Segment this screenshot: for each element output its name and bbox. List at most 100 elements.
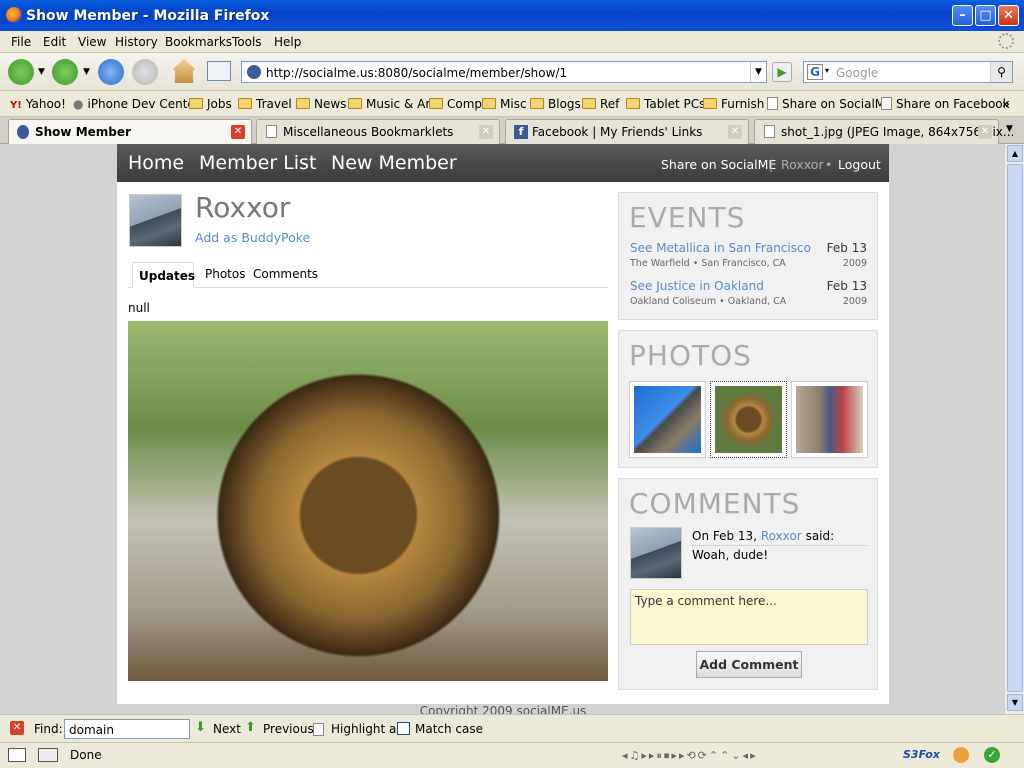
bookmark-yahoo[interactable]: Y! Yahoo! — [10, 97, 66, 111]
menu-help[interactable]: Help — [274, 35, 301, 49]
vertical-scrollbar[interactable]: ▲ ▼ — [1004, 144, 1024, 714]
tab-misc-bookmarklets[interactable]: Miscellaneous Bookmarklets ✕ — [256, 119, 500, 144]
bookmark-blogs[interactable]: Blogs — [530, 97, 581, 111]
nav-share-socialme[interactable]: Share on SocialME — [661, 157, 776, 172]
bookmark-travel[interactable]: Travel — [238, 97, 292, 111]
bookmark-ref[interactable]: Ref — [582, 97, 619, 111]
photo-thumbnail-selected[interactable] — [710, 381, 787, 458]
comment-input[interactable]: Type a comment here... — [630, 589, 868, 645]
bookmark-label: Comp — [447, 97, 483, 111]
find-next-arrow-icon: ⬇ — [195, 720, 206, 735]
menu-bookmarks[interactable]: Bookmarks — [165, 35, 232, 49]
comment-input-placeholder: Type a comment here... — [635, 594, 777, 608]
comment-author-link[interactable]: Roxxor — [761, 529, 802, 543]
bookmark-share-socialme[interactable]: Share on SocialME — [767, 97, 893, 111]
bookmark-share-facebook[interactable]: Share on Facebook — [881, 97, 1010, 111]
scroll-thumb[interactable] — [1007, 164, 1023, 692]
find-next-button[interactable]: Next — [213, 722, 241, 736]
bookmark-label: Travel — [256, 97, 292, 111]
bookmark-iphone-dev-center[interactable]: ● iPhone Dev Center — [73, 97, 200, 111]
bookmark-tablet-pcs[interactable]: Tablet PCs — [626, 97, 705, 111]
tab-comments[interactable]: Comments — [253, 267, 318, 281]
menu-history[interactable]: History — [115, 35, 158, 49]
event-title-link[interactable]: See Justice in Oakland — [630, 279, 764, 293]
search-box[interactable]: G ▾ Google ⚲ — [803, 61, 1013, 83]
match-case-checkbox[interactable] — [397, 722, 410, 735]
comment-said: said: — [805, 529, 835, 543]
media-controls-icon[interactable]: ◂♫▸▸⏸⏹▸▸⟲⟳⌃⌃⌄◂▸ — [622, 749, 758, 763]
forward-arrow-icon[interactable] — [52, 59, 78, 85]
add-comment-button[interactable]: Add Comment — [696, 651, 802, 678]
search-magnifier-icon[interactable]: ⚲ — [990, 62, 1012, 82]
bookmark-misc[interactable]: Misc — [482, 97, 527, 111]
url-dropdown-icon[interactable]: ▼ — [750, 62, 766, 82]
engine-dropdown-icon[interactable]: ▾ — [825, 66, 829, 75]
photo-thumbnail[interactable] — [629, 381, 706, 458]
tab-close-icon[interactable]: ✕ — [978, 125, 992, 139]
poke-link[interactable]: Poke — [281, 230, 310, 245]
minimize-button[interactable]: – — [952, 5, 973, 26]
menu-view[interactable]: View — [78, 35, 106, 49]
status-check-icon[interactable]: ✓ — [984, 747, 1000, 763]
back-arrow-icon[interactable] — [8, 59, 34, 85]
back-dropdown-icon[interactable]: ▼ — [38, 67, 45, 77]
update-text: null — [128, 301, 150, 315]
find-previous-button[interactable]: Previous — [263, 722, 314, 736]
bookmark-furnish[interactable]: Furnish — [703, 97, 764, 111]
address-bar[interactable]: http://socialme.us:8080/socialme/member/… — [241, 61, 767, 83]
tab-updates[interactable]: Updates — [132, 262, 195, 288]
close-window-button[interactable]: ✕ — [998, 5, 1019, 26]
scroll-down-icon[interactable]: ▼ — [1007, 694, 1023, 711]
forward-dropdown-icon[interactable]: ▼ — [83, 67, 90, 77]
bookmarks-toolbar: Y! Yahoo! ● iPhone Dev Center Jobs Travel … — [0, 91, 1024, 117]
bookmarks-overflow-icon[interactable]: » — [1002, 97, 1010, 111]
new-tab-icon[interactable] — [207, 61, 231, 81]
tab-shot-jpg[interactable]: shot_1.jpg (JPEG Image, 864x756 pix... ✕ — [754, 119, 1014, 144]
tab-photos[interactable]: Photos — [205, 267, 245, 281]
window-titlebar: Show Member - Mozilla Firefox – □ ✕ — [0, 0, 1024, 31]
add-buddy-link[interactable]: Add as Buddy — [195, 230, 281, 245]
tab-close-icon[interactable]: ✕ — [231, 125, 245, 139]
bookmark-music-art[interactable]: Music & Art — [348, 97, 435, 111]
event-date: Feb 13 — [826, 241, 867, 255]
bookmark-news[interactable]: News — [296, 97, 346, 111]
tab-facebook[interactable]: f Facebook | My Friends' Links ✕ — [505, 119, 749, 144]
nav-separator: | — [769, 157, 774, 172]
nav-username[interactable]: Roxxor — [781, 157, 824, 172]
tab-close-icon[interactable]: ✕ — [728, 125, 742, 139]
nav-logout[interactable]: Logout — [838, 157, 881, 172]
home-icon[interactable] — [172, 59, 196, 83]
find-close-icon[interactable]: ✕ — [10, 721, 24, 735]
stop-icon[interactable] — [132, 59, 158, 85]
tab-strip: Show Member ✕ Miscellaneous Bookmarklets… — [0, 117, 1024, 145]
reload-icon[interactable] — [98, 59, 124, 85]
highlight-all-button[interactable]: Highlight all — [331, 722, 403, 736]
s3fox-label[interactable]: S3Fox — [903, 748, 940, 761]
find-input[interactable]: domain — [64, 719, 190, 739]
tab-list-icon[interactable]: ▼ — [1006, 124, 1013, 134]
bookmark-label: Blogs — [548, 97, 581, 111]
google-engine-icon[interactable]: G — [807, 64, 823, 80]
go-button[interactable]: ▶ — [772, 62, 792, 82]
resize-icon[interactable] — [38, 748, 58, 762]
tab-show-member[interactable]: Show Member ✕ — [8, 119, 252, 145]
menu-edit[interactable]: Edit — [43, 35, 66, 49]
nav-new-member[interactable]: New Member — [331, 152, 457, 174]
bookmark-jobs[interactable]: Jobs — [189, 97, 232, 111]
folder-icon — [626, 98, 640, 109]
nav-home[interactable]: Home — [128, 152, 184, 174]
event-title-link[interactable]: See Metallica in San Francisco — [630, 241, 811, 255]
menu-file[interactable]: File — [11, 35, 31, 49]
sidebar-toggle-icon[interactable] — [8, 748, 26, 762]
menu-tools[interactable]: Tools — [232, 35, 262, 49]
maximize-button[interactable]: □ — [975, 5, 996, 26]
tab-close-icon[interactable]: ✕ — [479, 125, 493, 139]
bookmark-comp[interactable]: Comp — [429, 97, 482, 111]
photo-thumbnail[interactable] — [791, 381, 868, 458]
commenter-avatar — [630, 527, 682, 579]
extension-face-icon[interactable] — [953, 747, 969, 763]
scroll-up-icon[interactable]: ▲ — [1007, 145, 1023, 162]
sculpture-photo — [128, 321, 608, 681]
page-icon — [881, 97, 892, 110]
nav-member-list[interactable]: Member List — [199, 152, 316, 174]
